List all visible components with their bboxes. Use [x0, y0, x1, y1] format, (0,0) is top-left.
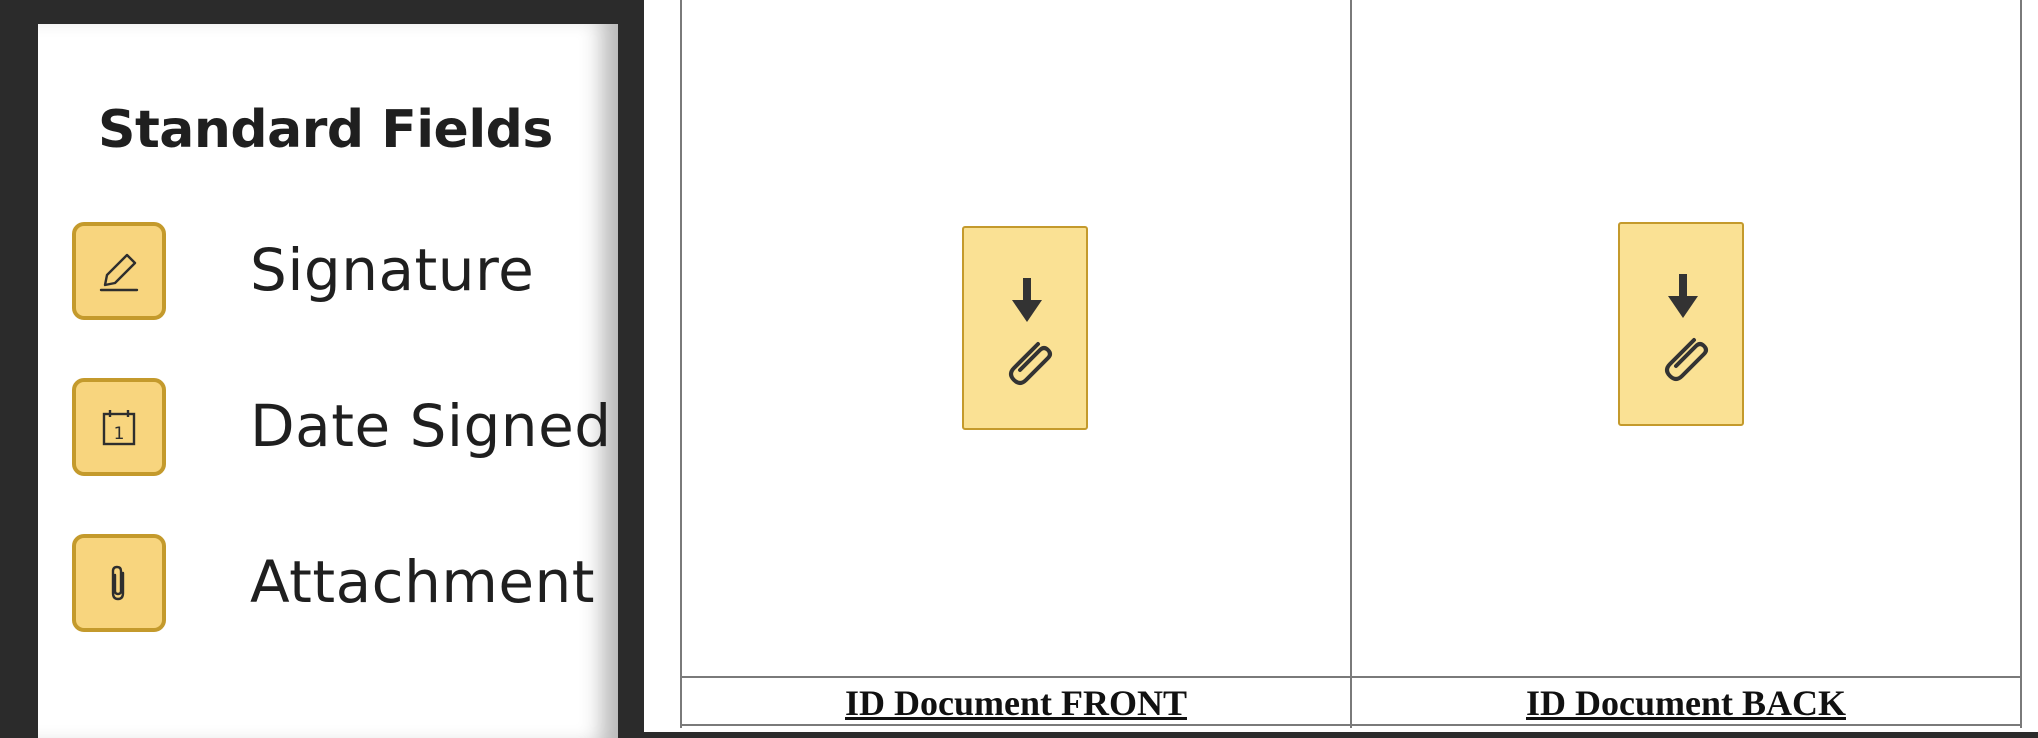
standard-fields-panel: Standard Fields Signature 1 Date Signed — [38, 24, 618, 738]
download-attachment-icon — [1009, 278, 1052, 385]
attachment-field-button[interactable]: Attachment — [72, 534, 632, 638]
table-border-middle — [1350, 0, 1352, 728]
paperclip-icon — [72, 534, 166, 632]
signature-field-button[interactable]: Signature — [72, 222, 632, 326]
pen-icon — [72, 222, 166, 320]
caption-id-front: ID Document FRONT — [845, 683, 1187, 723]
table-border-right — [2020, 0, 2022, 728]
caption-id-back: ID Document BACK — [1526, 683, 1846, 723]
app-root: Standard Fields Signature 1 Date Signed — [0, 0, 2038, 738]
panel-title: Standard Fields — [98, 100, 553, 160]
attachment-field-label: Attachment — [250, 548, 596, 616]
calendar-icon: 1 — [72, 378, 166, 476]
table-border-left — [680, 0, 682, 728]
document-page: ID Document FRONT ID Document BACK — [644, 0, 2038, 732]
table-bottom-border — [680, 724, 2022, 726]
panel-divider — [618, 0, 644, 738]
attachment-field-front[interactable] — [962, 226, 1088, 430]
signature-field-label: Signature — [250, 236, 535, 304]
download-attachment-icon — [1665, 274, 1708, 381]
date-signed-field-button[interactable]: 1 Date Signed — [72, 378, 632, 482]
document-viewer[interactable]: ID Document FRONT ID Document BACK — [644, 0, 2038, 738]
table-caption-top-border — [680, 676, 2022, 678]
attachment-field-back[interactable] — [1618, 222, 1744, 426]
date-signed-field-label: Date Signed — [250, 392, 612, 460]
calendar-icon-text: 1 — [114, 424, 125, 444]
